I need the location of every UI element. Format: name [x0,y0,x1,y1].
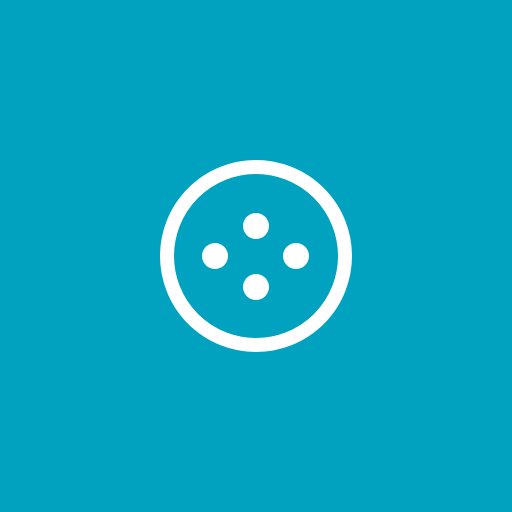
button-icon-graphic [160,160,352,352]
button-icon-hole-right [283,243,309,269]
button-icon [158,158,354,354]
button-icon-hole-bottom [243,274,269,300]
button-icon-hole-top [243,213,269,239]
app-tile[interactable] [0,0,512,512]
button-icon-hole-left [202,243,228,269]
button-icon-ring [160,160,352,352]
